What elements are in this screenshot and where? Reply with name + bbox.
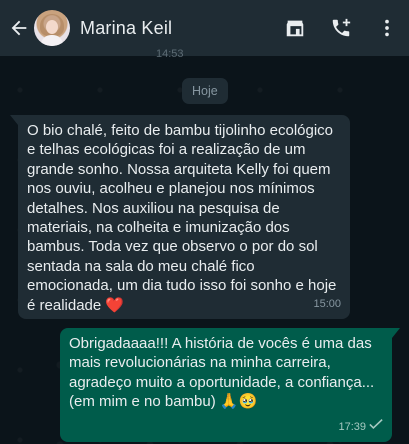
sent-check-icon (369, 418, 383, 437)
chat-header: Marina Keil (0, 0, 409, 56)
date-chip: Hoje (182, 78, 228, 104)
outgoing-message-bubble[interactable]: Obrigadaaaa!!! A história de vocês é uma… (60, 328, 400, 442)
incoming-message-bubble[interactable]: O bio chalé, feito de bambu tijolinho ec… (10, 115, 350, 319)
message-text: O bio chalé, feito de bambu tijolinho ec… (27, 122, 337, 314)
contact-name[interactable]: Marina Keil (80, 18, 283, 39)
heart-emoji: ❤️ (105, 295, 125, 314)
message-time: 17:39 (338, 420, 366, 433)
message-text: Obrigadaaaa!!! A história de vocês é uma… (69, 335, 375, 411)
message-time: 15:00 (313, 297, 341, 310)
pray-teary-emoji: 🙏🥹 (219, 392, 258, 411)
previous-message-time: 14:53 (156, 48, 184, 60)
back-arrow-icon[interactable] (6, 17, 32, 39)
bubble-tail (392, 328, 400, 338)
store-icon[interactable] (283, 16, 307, 40)
avatar[interactable] (34, 10, 70, 46)
bubble-tail (10, 115, 18, 125)
message-meta: 17:39 (338, 418, 383, 437)
add-call-icon[interactable] (329, 16, 353, 40)
more-vert-icon[interactable] (375, 16, 399, 40)
